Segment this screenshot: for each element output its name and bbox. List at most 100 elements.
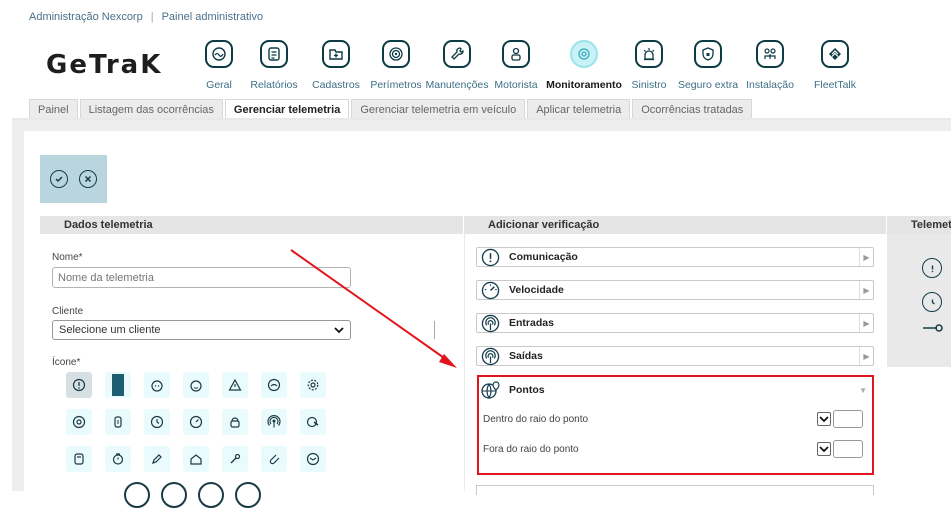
icon-option-key[interactable] [222, 446, 248, 472]
nav-item-sinistro[interactable]: Sinistro [624, 40, 674, 91]
nome-input[interactable] [52, 267, 351, 288]
check-saidas[interactable]: Saídas ▶ [476, 346, 874, 366]
icon-option-alert[interactable] [66, 372, 92, 398]
nav-item-geral[interactable]: Geral [196, 40, 242, 91]
nav-label: Monitoramento [546, 79, 622, 91]
nav-label: Relatórios [250, 79, 298, 91]
face-icon [151, 380, 163, 392]
field-divider [434, 321, 435, 339]
check-pontos-expanded: Pontos ▼ Dentro do raio do ponto Fora do… [477, 375, 874, 475]
timer-icon [112, 453, 124, 465]
check-icon [819, 416, 829, 423]
chevron-right-icon: ▶ [859, 314, 873, 332]
action-toolbar [40, 155, 107, 203]
nome-label: Nome* [52, 252, 83, 263]
speedometer-icon [189, 415, 203, 429]
icon-option-battery[interactable] [105, 409, 131, 435]
icon-option-lock[interactable] [222, 409, 248, 435]
breadcrumb-section[interactable]: Painel administrativo [162, 11, 264, 23]
install-icon [756, 40, 784, 68]
tab-aplicar-telemetria[interactable]: Aplicar telemetria [527, 99, 631, 119]
icon-option-signal[interactable] [261, 409, 287, 435]
icon-option-coin[interactable] [66, 409, 92, 435]
pontos-row-label: Fora do raio do ponto [483, 443, 579, 455]
signal-icon [267, 415, 281, 428]
gauge-icon [205, 40, 233, 68]
nav-item-manutencoes[interactable]: Manutenções [425, 40, 489, 91]
section-dados-telemetria: Dados telemetria [40, 216, 463, 234]
icon-option-gear[interactable] [300, 372, 326, 398]
tab-ocorrencias-tratadas[interactable]: Ocorrências tratadas [632, 99, 753, 119]
dentro-value-input[interactable] [833, 410, 863, 428]
check-entradas[interactable]: Entradas ▶ [476, 313, 874, 333]
slider-icon [923, 324, 943, 332]
nav-label: Cadastros [312, 79, 360, 91]
tag-icon [306, 416, 319, 428]
tab-gerenciar-telemetria[interactable]: Gerenciar telemetria [224, 99, 350, 119]
pontos-row-dentro: Dentro do raio do ponto [483, 409, 863, 429]
confirm-button[interactable] [50, 170, 69, 188]
icon-option-clip[interactable] [261, 446, 287, 472]
icon-option-bar[interactable] [105, 372, 131, 398]
getrak-logo[interactable]: GeTraK [46, 50, 162, 80]
pontos-row-label: Dentro do raio do ponto [483, 413, 589, 425]
nav-item-perimetros[interactable]: Perímetros [366, 40, 426, 91]
icon-option-fuel[interactable] [66, 446, 92, 472]
speedometer-icon [480, 280, 500, 300]
gear-icon [307, 379, 319, 391]
check-comunicacao[interactable]: Comunicação ▶ [476, 247, 874, 267]
icon-option-gauge[interactable] [261, 372, 287, 398]
nav-label: FleetTalk [813, 79, 856, 91]
icon-option-speed[interactable] [183, 409, 209, 435]
nav-item-seguro-extra[interactable]: Seguro extra [674, 40, 742, 91]
clock-icon [922, 292, 942, 312]
check-velocidade[interactable]: Velocidade ▶ [476, 280, 874, 300]
check-next-partial[interactable] [476, 485, 874, 495]
nav-item-cadastros[interactable]: Cadastros [306, 40, 366, 91]
icon-option-face[interactable] [144, 372, 170, 398]
check-pontos-header[interactable]: Pontos ▼ [481, 379, 871, 401]
icon-option-pen[interactable] [144, 446, 170, 472]
nav-item-fleettalk[interactable]: FleetTalk [798, 40, 872, 91]
fora-value-input[interactable] [833, 440, 863, 458]
nav-item-instalacao[interactable]: Instalação [742, 40, 798, 91]
nav-item-motorista[interactable]: Motorista [488, 40, 544, 91]
chevron-right-icon: ▶ [859, 281, 873, 299]
circle-icon[interactable] [124, 482, 150, 508]
cancel-button[interactable] [78, 170, 97, 188]
chevron-down-icon [334, 327, 344, 334]
icon-option-tag[interactable] [300, 409, 326, 435]
icon-option-clock[interactable] [144, 409, 170, 435]
chevron-right-icon: ▶ [859, 347, 873, 365]
driver-icon [502, 40, 530, 68]
tab-gerenciar-telemetria-veiculo[interactable]: Gerenciar telemetria em veículo [351, 99, 526, 119]
icon-option-timer[interactable] [105, 446, 131, 472]
bar-icon [112, 374, 124, 396]
signal-out-icon [480, 346, 500, 366]
tab-listagem-ocorrencias[interactable]: Listagem das ocorrências [79, 99, 223, 119]
dentro-checkbox[interactable] [817, 412, 831, 426]
icon-picker-row-partial [124, 482, 261, 508]
breadcrumb-org[interactable]: Administração Nexcorp [29, 11, 143, 23]
alert-circle-icon [922, 258, 942, 278]
target-icon [382, 40, 410, 68]
circle-icon[interactable] [161, 482, 187, 508]
nav-item-monitoramento[interactable]: Monitoramento [544, 40, 624, 91]
circle-icon[interactable] [235, 482, 261, 508]
nav-label: Sinistro [631, 79, 667, 91]
chevron-down-icon: ▼ [859, 385, 867, 395]
icon-option-warning[interactable] [222, 372, 248, 398]
shield-lock-icon [694, 40, 722, 68]
icon-option-smile[interactable] [183, 372, 209, 398]
mail-icon [306, 452, 320, 466]
monitor-radar-icon [570, 40, 598, 68]
cliente-select[interactable]: Selecione um cliente [52, 320, 351, 340]
tab-painel[interactable]: Painel [29, 99, 78, 119]
icon-option-home[interactable] [183, 446, 209, 472]
report-icon [260, 40, 288, 68]
fora-checkbox[interactable] [817, 442, 831, 456]
check-icon [819, 446, 829, 453]
circle-icon[interactable] [198, 482, 224, 508]
nav-item-relatorios[interactable]: Relatórios [242, 40, 306, 91]
icon-option-mail[interactable] [300, 446, 326, 472]
